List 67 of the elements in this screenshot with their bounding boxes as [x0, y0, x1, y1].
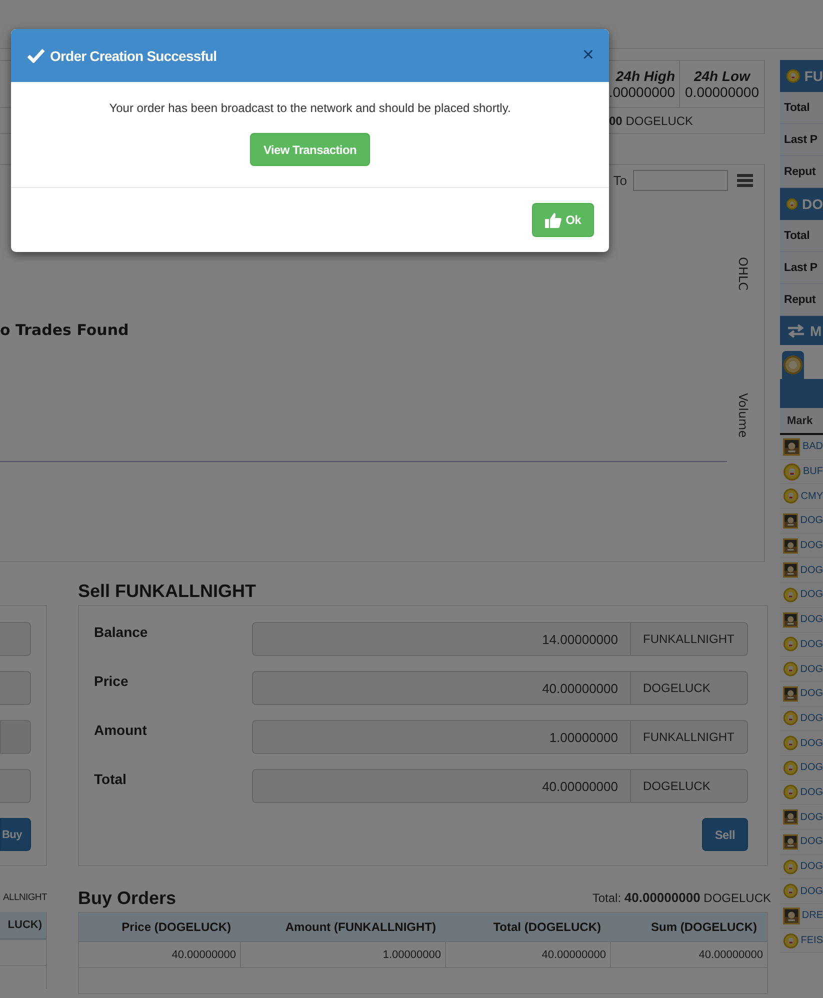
table-cell-text: 40.00000000	[698, 948, 764, 962]
summary-text: ALLNIGHT	[2, 892, 47, 903]
table-cell: 1.00000000	[241, 942, 446, 967]
info-label: Total	[784, 230, 810, 242]
coin-icon	[783, 930, 799, 951]
close-button[interactable]: ×	[582, 44, 594, 67]
empty-message: o Trades Found	[0, 321, 129, 339]
checkmark-icon	[27, 48, 45, 63]
coin-icon	[783, 486, 799, 506]
input-field[interactable]: 1.00000000	[252, 720, 631, 754]
to-label: To	[613, 173, 627, 188]
table-cell: 40.00000000	[79, 942, 241, 967]
view-transaction-button[interactable]: View Transaction	[250, 133, 370, 166]
date-input-field[interactable]	[633, 170, 728, 191]
unit-addon: DOGELUCK	[631, 769, 748, 803]
column-header: Amount (FUNKALLNIGHT)	[284, 919, 437, 936]
thumbs-up-icon	[544, 212, 562, 228]
column-header: Sum (DOGELUCK)	[650, 919, 758, 936]
unit-addon: DOGELUCK	[631, 671, 748, 705]
coin-icon	[786, 66, 800, 86]
volume-text: 00 DOGELUCK	[609, 114, 694, 128]
stat-value: 0.00000000	[685, 84, 759, 100]
ok-button[interactable]: Ok	[532, 203, 594, 237]
stat-label: 24h High	[616, 68, 675, 84]
section-title: Sell FUNKALLNIGHT	[78, 580, 257, 603]
info-label: Reput	[784, 166, 816, 178]
column-header: LUCK)	[8, 919, 42, 931]
stat-label: 24h Low	[694, 68, 750, 84]
column-header: Price (DOGELUCK)	[120, 919, 232, 936]
tab-strip	[780, 379, 823, 408]
field-label: Total	[94, 770, 128, 789]
market-tab[interactable]	[782, 351, 804, 379]
input-field[interactable]	[0, 622, 31, 656]
info-label: Last P	[784, 262, 818, 274]
unit-addon: FUNKALLNIGHT	[631, 720, 748, 754]
column-header: Total (DOGELUCK)	[492, 919, 602, 936]
stat-value: .00000000	[608, 84, 675, 100]
input-field[interactable]	[0, 769, 31, 803]
swap-arrows-icon	[786, 324, 806, 338]
panel-title: DO	[802, 196, 823, 212]
info-label: Last P	[784, 134, 818, 146]
axis-label: OHLC	[736, 257, 750, 291]
table-cell: 40.00000000	[446, 942, 611, 967]
unit-addon	[0, 720, 31, 754]
info-label: Total	[784, 102, 810, 114]
total-text: Total: 40.00000000 DOGELUCK	[592, 890, 771, 907]
input-field[interactable]	[0, 671, 31, 705]
field-label: Price	[94, 672, 130, 691]
column-header: Mark	[787, 414, 813, 426]
input-field[interactable]: 40.00000000	[252, 671, 631, 705]
section-title: Buy Orders	[78, 887, 176, 910]
input-field[interactable]: 14.00000000	[252, 622, 631, 656]
menu-icon[interactable]	[737, 174, 753, 187]
dialog-title: Order Creation Successful	[50, 48, 218, 64]
field-label: Amount	[94, 721, 148, 740]
info-label: Reput	[784, 294, 816, 306]
panel-title: M	[810, 322, 822, 338]
axis-label: Volume	[736, 392, 750, 438]
buy-button[interactable]: Buy	[0, 818, 31, 851]
coin-icon	[783, 355, 803, 375]
sell-button[interactable]: Sell	[702, 818, 748, 851]
input-field[interactable]: 40.00000000	[252, 769, 631, 803]
unit-addon: FUNKALLNIGHT	[631, 622, 748, 656]
coin-icon	[783, 462, 801, 482]
field-label: Balance	[94, 623, 149, 642]
panel-title: FU	[804, 68, 823, 84]
dialog-message: Your order has been broadcast to the network and should be placed shortly.	[109, 101, 511, 115]
